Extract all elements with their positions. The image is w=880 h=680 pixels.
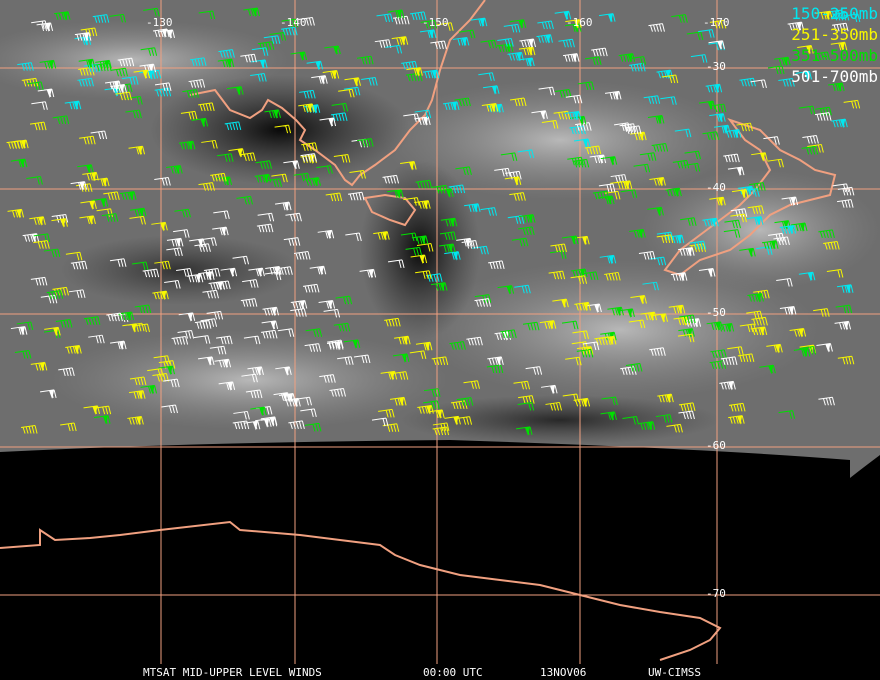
lon-label-140: -140 bbox=[280, 16, 307, 29]
lon-label-130: -130 bbox=[146, 16, 173, 29]
lon-label-160: -160 bbox=[566, 16, 593, 29]
satellite-wind-map bbox=[0, 0, 880, 664]
lon-label-170: -170 bbox=[703, 16, 730, 29]
legend-150-250mb: 150-250mb bbox=[791, 4, 878, 23]
footer-date: 13NOV06 bbox=[540, 666, 587, 679]
lat-label-60: -60 bbox=[706, 439, 726, 452]
lon-label-150: -150 bbox=[422, 16, 449, 29]
footer-bar: MTSAT MID-UPPER LEVEL WINDS 00:00 UTC 13… bbox=[0, 664, 880, 680]
footer-source: UW-CIMSS bbox=[648, 666, 701, 679]
lat-label-50: -50 bbox=[706, 306, 726, 319]
legend-351-500mb: 351-500mb bbox=[791, 46, 878, 65]
lat-label-30: -30 bbox=[706, 60, 726, 73]
legend-251-350mb: 251-350mb bbox=[791, 25, 878, 44]
footer-product: MTSAT MID-UPPER LEVEL WINDS bbox=[143, 666, 322, 679]
lat-label-40: -40 bbox=[706, 181, 726, 194]
footer-time: 00:00 UTC bbox=[423, 666, 483, 679]
lat-label-70: -70 bbox=[706, 587, 726, 600]
legend-501-700mb: 501-700mb bbox=[791, 67, 878, 86]
